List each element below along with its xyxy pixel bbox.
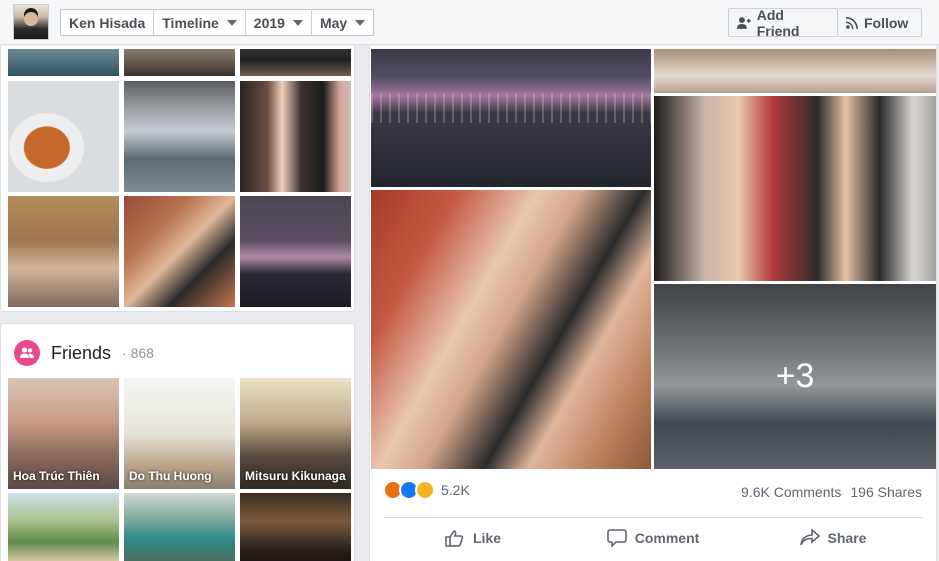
- profile-sticky-header: Ken Hisada Timeline 2019 May Add Friend …: [0, 0, 939, 45]
- friend-tile[interactable]: Hoa Trúc Thiên: [8, 378, 119, 489]
- post-card: +3 5.2K 9.6K Comments 196 Shares Like Co…: [369, 46, 937, 561]
- photo-thumbnail[interactable]: [8, 196, 119, 307]
- friends-card: Friends · 868 Hoa Trúc Thiên Do Thu Huon…: [0, 323, 355, 561]
- post-photo[interactable]: [371, 49, 651, 187]
- photo-thumbnail[interactable]: [8, 49, 119, 76]
- crumb-month-dropdown[interactable]: May: [312, 10, 373, 35]
- photo-thumbnail[interactable]: [240, 81, 351, 192]
- photo-thumbnail[interactable]: [240, 49, 351, 76]
- crumb-year-dropdown[interactable]: 2019: [246, 10, 312, 35]
- chevron-down-icon: [292, 19, 303, 26]
- profile-avatar[interactable]: [13, 4, 49, 40]
- add-friend-icon: [737, 16, 751, 29]
- comment-button[interactable]: Comment: [563, 522, 743, 554]
- friend-name[interactable]: Hoa Trúc Thiên: [13, 469, 115, 484]
- photo-thumbnail[interactable]: [124, 196, 235, 307]
- thumbs-up-icon: [445, 530, 464, 547]
- friends-count: · 868: [122, 345, 154, 361]
- reaction-count: 5.2K: [441, 482, 470, 498]
- friend-name[interactable]: Mitsuru Kikunaga: [245, 469, 347, 484]
- add-friend-button[interactable]: Add Friend: [728, 6, 838, 39]
- shares-count-link[interactable]: 196 Shares: [850, 484, 922, 500]
- reactions-summary[interactable]: 5.2K: [383, 480, 470, 500]
- friend-tile[interactable]: Do Thu Huong: [124, 378, 235, 489]
- like-label: Like: [472, 530, 501, 546]
- friends-count-value: 868: [130, 345, 154, 361]
- friend-tile[interactable]: [240, 493, 351, 561]
- crumb-profile-name[interactable]: Ken Hisada: [61, 10, 155, 35]
- friends-title: Friends: [51, 342, 112, 363]
- photos-grid-card: [0, 46, 355, 312]
- month-label: May: [319, 14, 348, 31]
- photo-thumbnail[interactable]: [124, 49, 235, 76]
- timeline-breadcrumb: Ken Hisada Timeline 2019 May: [60, 9, 375, 36]
- friend-tile[interactable]: Mitsuru Kikunaga: [240, 378, 351, 489]
- photo-thumbnail[interactable]: [240, 196, 351, 307]
- actions-divider: [383, 517, 923, 518]
- more-photos-overlay[interactable]: +3: [654, 284, 936, 469]
- more-photos-count: +3: [775, 357, 815, 395]
- comment-icon: [606, 529, 627, 547]
- friends-header[interactable]: Friends · 868: [14, 340, 154, 366]
- post-photo[interactable]: [654, 49, 936, 93]
- friend-name[interactable]: Do Thu Huong: [129, 469, 231, 484]
- share-button[interactable]: Share: [743, 522, 923, 554]
- post-photo[interactable]: [654, 96, 936, 281]
- photo-thumbnail[interactable]: [8, 81, 119, 192]
- friend-tile[interactable]: [124, 493, 235, 561]
- rss-follow-icon: [846, 16, 858, 29]
- follow-button[interactable]: Follow: [838, 8, 922, 37]
- chevron-down-icon: [355, 19, 366, 26]
- share-icon: [799, 529, 820, 546]
- crumb-timeline-dropdown[interactable]: Timeline: [154, 10, 246, 35]
- post-actions: Like Comment Share: [383, 522, 923, 554]
- comments-count-link[interactable]: 9.6K Comments: [741, 484, 841, 500]
- follow-label: Follow: [864, 14, 909, 31]
- haha-icon: [415, 480, 435, 500]
- like-button[interactable]: Like: [383, 522, 563, 554]
- post-photo[interactable]: [371, 190, 651, 469]
- post-stats: 9.6K Comments 196 Shares: [741, 484, 922, 500]
- year-label: 2019: [253, 14, 285, 31]
- chevron-down-icon: [226, 19, 237, 26]
- comment-label: Comment: [634, 530, 700, 546]
- add-friend-label: Add Friend: [756, 6, 800, 39]
- friends-icon: [14, 340, 40, 366]
- timeline-label: Timeline: [162, 14, 219, 31]
- profile-name-label: Ken Hisada: [69, 14, 146, 31]
- share-label: Share: [827, 530, 867, 546]
- friend-tile[interactable]: [8, 493, 119, 561]
- photo-thumbnail[interactable]: [124, 81, 235, 192]
- post-photo[interactable]: +3: [654, 284, 936, 469]
